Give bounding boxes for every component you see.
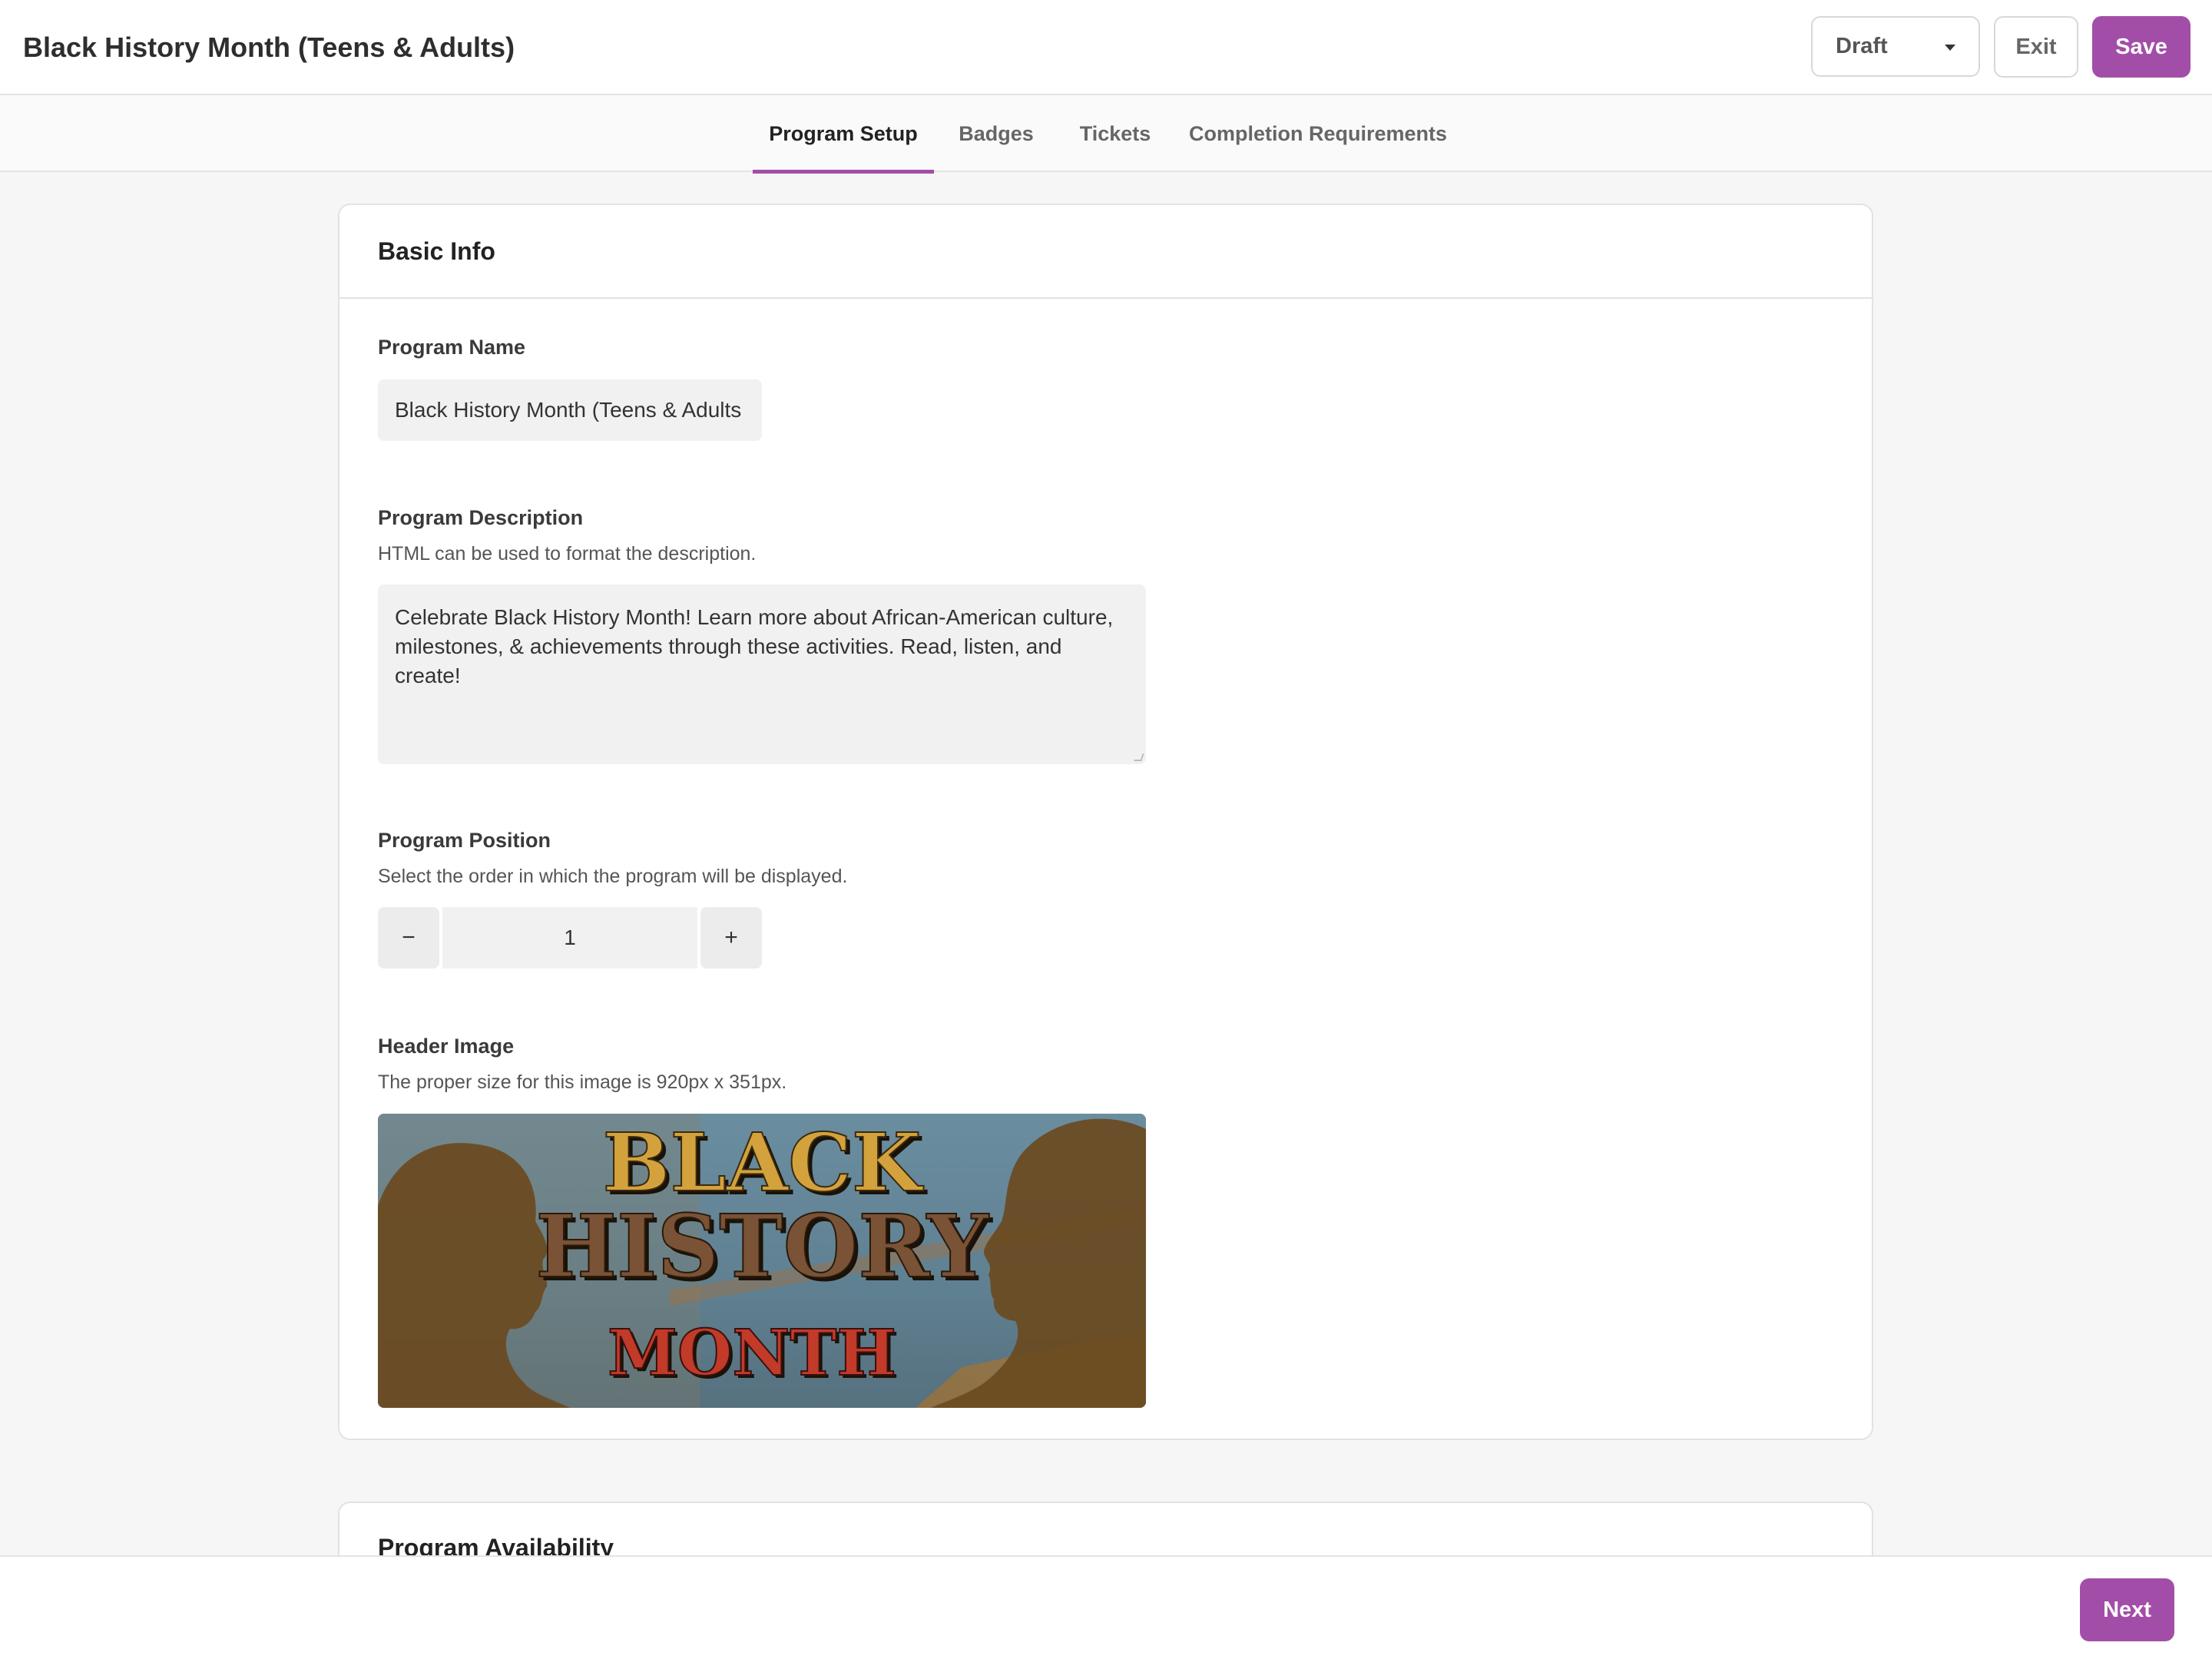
top-bar: Black History Month (Teens & Adults) Dra…: [0, 0, 2212, 95]
bottom-bar: Next: [0, 1555, 2212, 1659]
program-position-label: Program Position: [378, 829, 551, 852]
image-text-month: MONTH: [608, 1316, 896, 1390]
basic-info-heading: Basic Info: [339, 205, 1872, 299]
program-description-text: Celebrate Black History Month! Learn mor…: [395, 605, 1114, 687]
next-button[interactable]: Next: [2080, 1578, 2174, 1641]
program-description-textarea[interactable]: Celebrate Black History Month! Learn mor…: [378, 584, 1146, 764]
program-position-help: Select the order in which the program wi…: [378, 866, 848, 887]
resize-handle-icon[interactable]: [1134, 753, 1144, 761]
program-name-label: Program Name: [378, 336, 526, 359]
decrement-button[interactable]: −: [378, 907, 439, 969]
program-description-label: Program Description: [378, 506, 584, 529]
tab-program-setup[interactable]: Program Setup: [753, 95, 934, 174]
increment-button[interactable]: +: [700, 907, 762, 969]
tab-bar: Program Setup Badges Tickets Completion …: [0, 95, 2212, 174]
save-button[interactable]: Save: [2092, 16, 2190, 78]
header-image-preview[interactable]: BLACK BLACK HISTORY HISTORY MONTH MONTH: [378, 1114, 1146, 1408]
header-image-help: The proper size for this image is 920px …: [378, 1071, 787, 1093]
header-image-label: Header Image: [378, 1035, 515, 1058]
program-description-help: HTML can be used to format the descripti…: [378, 543, 757, 565]
program-name-input[interactable]: Black History Month (Teens & Adults: [378, 379, 762, 441]
image-text-history: HISTORY: [535, 1197, 989, 1297]
image-text-black: BLACK: [603, 1115, 924, 1210]
program-position-stepper: − 1 +: [378, 907, 762, 969]
tab-tickets[interactable]: Tickets: [1069, 95, 1161, 172]
status-dropdown-value: Draft: [1836, 34, 1888, 58]
status-dropdown[interactable]: Draft: [1811, 16, 1980, 77]
tab-badges[interactable]: Badges: [949, 95, 1043, 172]
page-title: Black History Month (Teens & Adults): [23, 31, 515, 63]
exit-button[interactable]: Exit: [1994, 16, 2078, 78]
program-position-input[interactable]: 1: [442, 907, 697, 969]
caret-down-icon: [1945, 45, 1955, 51]
basic-info-card: Basic Info Program Name Black History Mo…: [338, 204, 1873, 1440]
header-image-artwork: BLACK BLACK HISTORY HISTORY MONTH MONTH: [378, 1114, 1146, 1408]
tab-completion-requirements[interactable]: Completion Requirements: [1187, 95, 1449, 172]
